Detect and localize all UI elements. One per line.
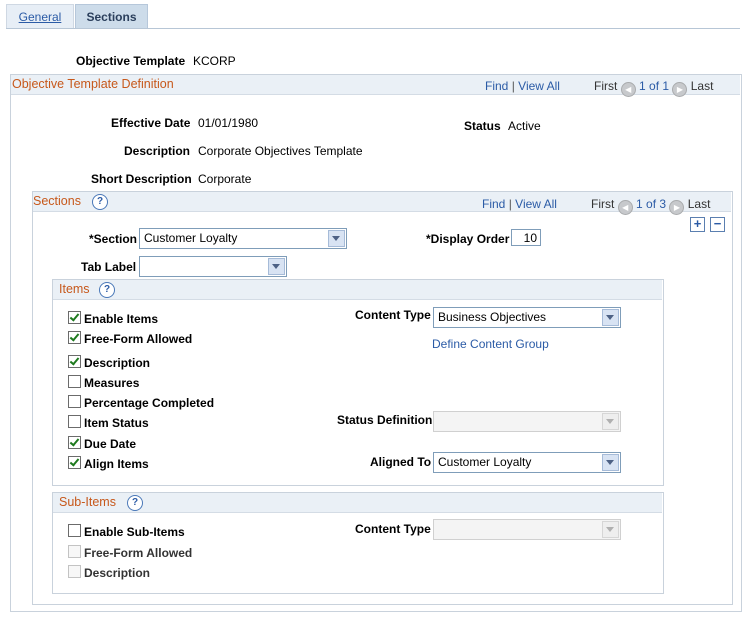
subitems-content-type-label: Content Type [355,522,431,536]
sections-last-label: Last [687,197,711,211]
status-label: Status [464,119,501,133]
definition-last-label: Last [690,79,714,93]
definition-find-link[interactable]: Find [485,79,508,93]
due-date-checkbox[interactable] [68,436,81,449]
description-checkbox[interactable] [68,355,81,368]
enable-subitems-label: Enable Sub-Items [84,525,185,539]
sections-first-label: First [591,197,615,211]
subitems-free-form-label: Free-Form Allowed [84,546,193,560]
prev-icon[interactable]: ◀ [620,82,636,97]
chevron-down-icon [328,230,345,247]
percentage-completed-checkbox[interactable] [68,395,81,408]
content-type-label: Content Type [355,308,431,322]
subitems-content-type-select[interactable] [433,519,621,540]
section-select-value: Customer Loyalty [144,231,238,245]
item-status-label: Item Status [84,416,149,430]
sections-pager: First ◀ 1 of 3 ▶ Last [591,197,710,215]
aligned-to-label: Aligned To [370,455,432,469]
subitems-description-label: Description [84,566,151,580]
sections-find-link[interactable]: Find [482,197,505,211]
next-icon[interactable]: ▶ [669,200,685,215]
effective-date-label: Effective Date [111,116,191,130]
define-content-group-link[interactable]: Define Content Group [432,337,549,351]
items-help-icon[interactable]: ? [99,282,115,298]
definition-first-label: First [594,79,618,93]
objective-template-label: Objective Template [76,54,186,68]
subitems-header-bar [53,493,662,513]
objective-template-value: KCORP [193,54,236,68]
sections-count: 1 of 3 [636,197,667,211]
enable-items-checkbox[interactable] [68,311,81,324]
description-label: Description [124,144,191,158]
align-items-checkbox[interactable] [68,456,81,469]
section-label: *Section [89,232,138,246]
display-order-label: *Display Order [426,232,510,246]
tab-divider [6,28,740,29]
status-definition-label: Status Definition [337,413,433,427]
content-type-select-value: Business Objectives [438,310,547,324]
items-title: Items [59,282,90,296]
aligned-to-select-value: Customer Loyalty [438,455,532,469]
tab-label-label: Tab Label [81,260,137,274]
description-value: Corporate Objectives Template [198,144,363,158]
add-row-icon[interactable]: + [690,217,705,232]
align-items-label: Align Items [84,457,149,471]
sections-view-all-link[interactable]: View All [515,197,557,211]
sections-nav: Find | View All [482,197,557,211]
tab-label-select[interactable] [139,256,287,277]
short-description-label: Short Description [91,172,192,186]
chevron-down-icon [602,521,619,538]
content-type-select[interactable]: Business Objectives [433,307,621,328]
items-header-bar [53,280,662,300]
subitems-free-form-checkbox[interactable] [68,545,81,558]
chevron-down-icon [602,413,619,430]
free-form-allowed-checkbox[interactable] [68,331,81,344]
item-status-checkbox[interactable] [68,415,81,428]
next-icon[interactable]: ▶ [672,82,688,97]
definition-nav: Find | View All [485,79,560,93]
effective-date-value: 01/01/1980 [198,116,259,130]
chevron-down-icon [602,309,619,326]
section-select[interactable]: Customer Loyalty [139,228,347,249]
nav-separator: | [511,79,515,93]
status-value: Active [508,119,541,133]
subitems-title: Sub-Items [59,495,116,509]
enable-subitems-checkbox[interactable] [68,524,81,537]
subitems-description-checkbox[interactable] [68,565,81,578]
aligned-to-select[interactable]: Customer Loyalty [433,452,621,473]
definition-count: 1 of 1 [639,79,670,93]
enable-items-label: Enable Items [84,312,159,326]
chevron-down-icon [602,454,619,471]
definition-view-all-link[interactable]: View All [518,79,560,93]
chevron-down-icon [268,258,285,275]
prev-icon[interactable]: ◀ [617,200,633,215]
due-date-label: Due Date [84,437,137,451]
percentage-completed-label: Percentage Completed [84,396,215,410]
sections-title: Sections [33,194,81,208]
display-order-input[interactable]: 10 [511,229,541,246]
status-definition-select[interactable] [433,411,621,432]
short-description-value: Corporate [198,172,252,186]
delete-row-icon[interactable]: − [710,217,725,232]
definition-title: Objective Template Definition [12,77,174,91]
free-form-allowed-label: Free-Form Allowed [84,332,193,346]
measures-label: Measures [84,376,140,390]
nav-separator: | [508,197,512,211]
sections-help-icon[interactable]: ? [92,194,108,210]
measures-checkbox[interactable] [68,375,81,388]
tab-sections[interactable]: Sections [75,4,148,29]
tab-general[interactable]: General [6,4,74,29]
subitems-help-icon[interactable]: ? [127,495,143,511]
description-checkbox-label: Description [84,356,151,370]
definition-pager: First ◀ 1 of 1 ▶ Last [594,79,713,97]
